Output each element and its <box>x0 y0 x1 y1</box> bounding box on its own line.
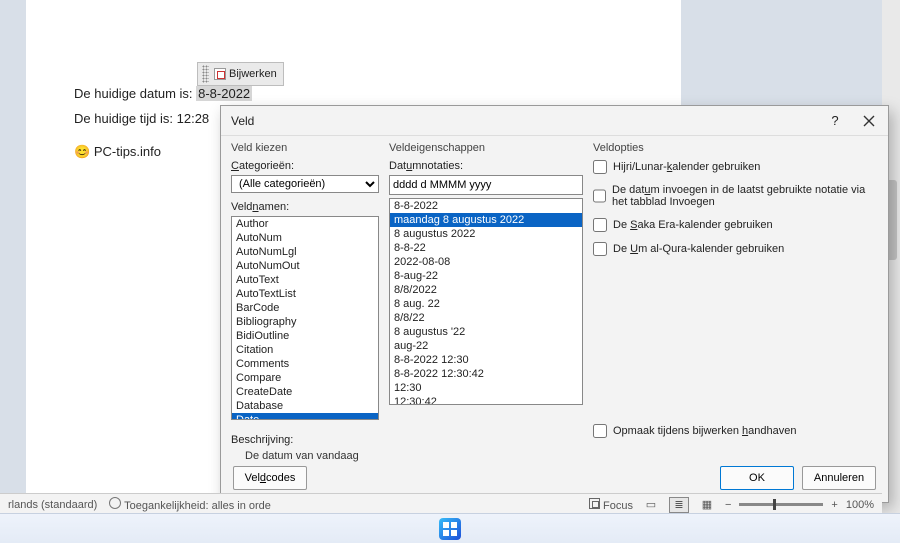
update-label: Bijwerken <box>229 68 277 80</box>
fieldcodes-button[interactable]: Veldcodes <box>233 466 307 490</box>
view-print-button[interactable]: ≣ <box>669 497 689 513</box>
field-properties-heading: Veldeigenschappen <box>389 142 583 154</box>
fieldname-item[interactable]: Author <box>232 217 378 231</box>
field-dialog: Veld ? Veld kiezen CCategorieën:ategorie… <box>220 105 889 503</box>
dateformat-item[interactable]: 8-8-2022 <box>390 199 582 213</box>
fieldnames-label: Veldnamen: <box>231 201 379 213</box>
statusbar: rlands (standaard) Toegankelijkheid: all… <box>0 493 882 515</box>
doc-time-field: 12:28 <box>177 111 210 126</box>
dialog-title: Veld <box>231 114 254 128</box>
help-button[interactable]: ? <box>818 107 852 135</box>
taskbar <box>0 513 900 543</box>
dateformat-item[interactable]: 8-aug-22 <box>390 269 582 283</box>
fieldname-item[interactable]: CreateDate <box>232 385 378 399</box>
fieldname-item[interactable]: AutoText <box>232 273 378 287</box>
field-option-checkbox[interactable]: De Saka Era-kalender gebruiken <box>593 218 878 232</box>
fieldname-item[interactable]: AutoNumOut <box>232 259 378 273</box>
dateformat-item[interactable]: aug-22 <box>390 339 582 353</box>
dateformat-listbox[interactable]: 8-8-2022maandag 8 augustus 20228 augustu… <box>389 198 583 405</box>
view-web-button[interactable]: ▦ <box>697 497 717 513</box>
update-icon <box>214 68 226 80</box>
dateformat-label: Datumnotaties: <box>389 160 583 172</box>
fieldname-item[interactable]: BidiOutline <box>232 329 378 343</box>
dateformat-item[interactable]: 8-8-22 <box>390 241 582 255</box>
zoom-slider[interactable] <box>739 503 823 506</box>
pc-tips-label: PC-tips.info <box>94 144 161 159</box>
dateformat-input[interactable] <box>389 175 583 195</box>
choose-field-heading: Veld kiezen <box>231 142 379 154</box>
dateformat-item[interactable]: 8-8-2022 12:30:42 <box>390 367 582 381</box>
zoom-out-button[interactable]: − <box>725 499 731 511</box>
dateformat-item[interactable]: 12:30 <box>390 381 582 395</box>
dateformat-item[interactable]: 12:30:42 <box>390 395 582 405</box>
dateformat-item[interactable]: 8 augustus 2022 <box>390 227 582 241</box>
fieldname-item[interactable]: AutoNumLgl <box>232 245 378 259</box>
fieldname-item[interactable]: Comments <box>232 357 378 371</box>
preserve-formatting-label: Opmaak tijdens bijwerken handhaven <box>613 425 796 437</box>
close-button[interactable] <box>852 107 886 135</box>
doc-line-2-prefix: De huidige tijd is: <box>74 111 177 126</box>
dateformat-item[interactable]: maandag 8 augustus 2022 <box>390 213 582 227</box>
accessibility-status[interactable]: Toegankelijkheid: alles in orde <box>109 497 271 512</box>
fieldname-item[interactable]: Date <box>232 413 378 420</box>
zoom-percent[interactable]: 100% <box>846 499 874 511</box>
focus-icon <box>589 498 600 509</box>
field-option-label: Hijri/Lunar-kalender gebruiken <box>613 161 760 173</box>
fieldname-item[interactable]: Database <box>232 399 378 413</box>
fieldname-item[interactable]: AutoTextList <box>232 287 378 301</box>
ok-button[interactable]: OK <box>720 466 794 490</box>
description-label: Beschrijving: <box>231 434 379 446</box>
fieldname-item[interactable]: AutoNum <box>232 231 378 245</box>
dialog-titlebar: Veld ? <box>221 106 888 136</box>
start-button[interactable] <box>439 518 461 540</box>
dateformat-item[interactable]: 8/8/22 <box>390 311 582 325</box>
fieldname-item[interactable]: Bibliography <box>232 315 378 329</box>
cancel-button[interactable]: Annuleren <box>802 466 876 490</box>
dateformat-item[interactable]: 8 augustus '22 <box>390 325 582 339</box>
grip-icon <box>202 65 209 83</box>
doc-line-1: De huidige datum is: 8-8-2022 <box>74 86 633 101</box>
view-read-button[interactable]: ▭ <box>641 497 661 513</box>
fieldname-item[interactable]: Citation <box>232 343 378 357</box>
emoji-icon: 😊 <box>74 144 90 159</box>
categories-label: CCategorieën:ategorieën: <box>231 160 379 172</box>
doc-date-field[interactable]: 8-8-2022 <box>196 86 252 101</box>
categories-combo[interactable]: (Alle categorieën) <box>231 175 379 193</box>
fieldname-item[interactable]: BarCode <box>232 301 378 315</box>
dateformat-item[interactable]: 2022-08-08 <box>390 255 582 269</box>
update-field-popup[interactable]: Bijwerken <box>197 62 284 86</box>
field-option-label: De Um al-Qura-kalender gebruiken <box>613 243 784 255</box>
fieldname-item[interactable]: Compare <box>232 371 378 385</box>
preserve-formatting-checkbox[interactable]: Opmaak tijdens bijwerken handhaven <box>593 424 878 438</box>
doc-line-1-prefix: De huidige datum is: <box>74 86 196 101</box>
field-option-label: De datum invoegen in de laatst gebruikte… <box>612 184 878 208</box>
dateformat-item[interactable]: 8 aug. 22 <box>390 297 582 311</box>
dateformat-item[interactable]: 8/8/2022 <box>390 283 582 297</box>
fieldnames-listbox[interactable]: AuthorAutoNumAutoNumLglAutoNumOutAutoTex… <box>231 216 379 420</box>
focus-mode[interactable]: Focus <box>589 498 633 512</box>
zoom-in-button[interactable]: + <box>831 499 837 511</box>
language-status[interactable]: rlands (standaard) <box>8 499 97 511</box>
field-option-label: De Saka Era-kalender gebruiken <box>613 219 773 231</box>
accessibility-icon <box>109 497 121 509</box>
field-option-checkbox[interactable]: De datum invoegen in de laatst gebruikte… <box>593 184 878 208</box>
dateformat-item[interactable]: 8-8-2022 12:30 <box>390 353 582 367</box>
field-option-checkbox[interactable]: Hijri/Lunar-kalender gebruiken <box>593 160 878 174</box>
field-options-heading: Veldopties <box>593 142 878 154</box>
field-option-checkbox[interactable]: De Um al-Qura-kalender gebruiken <box>593 242 878 256</box>
